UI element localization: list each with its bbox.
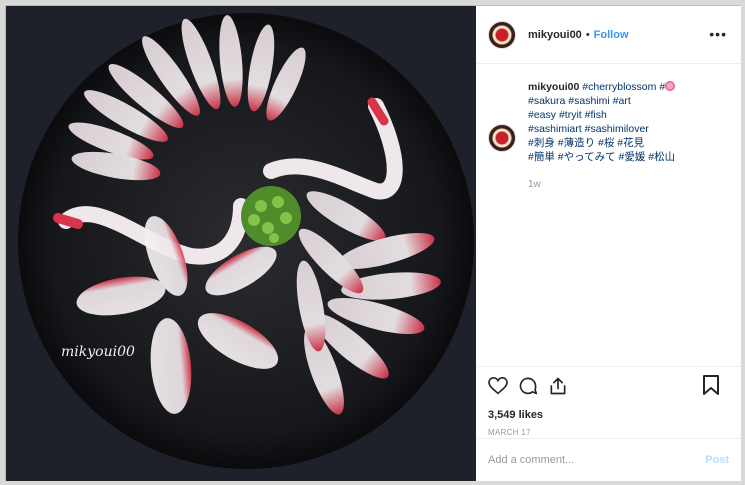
post-window: mikyoui00 mikyoui00 • Follow ••• mikyoui…: [5, 5, 741, 481]
comment-input[interactable]: [488, 454, 706, 466]
caption-line-6: #簡単 #やってみて #愛媛 #松山: [528, 150, 675, 164]
post-actions: 3,549 likes MARCH 17: [476, 366, 741, 437]
caption-line-5: #刺身 #薄造り #桜 #花見: [528, 136, 675, 150]
share-icon[interactable]: [548, 376, 568, 396]
post-photo[interactable]: mikyoui00: [6, 6, 476, 481]
avatar[interactable]: [488, 20, 516, 49]
hashtag[interactable]: #簡単: [528, 151, 555, 163]
hashtag[interactable]: #sashimilover: [585, 123, 649, 135]
caption-block: mikyoui00 #cherryblossom # #sakura #sash…: [488, 80, 733, 192]
likes-count[interactable]: 3,549 likes: [488, 409, 729, 421]
hashtag[interactable]: #sashimi: [568, 95, 609, 107]
follow-button[interactable]: Follow: [594, 29, 629, 41]
post-comment-button[interactable]: Post: [705, 454, 729, 466]
hashtag[interactable]: #花見: [617, 137, 644, 149]
caption-line-1: mikyoui00 #cherryblossom #: [528, 80, 676, 94]
post-sidebar: mikyoui00 • Follow ••• mikyoui00 #cherry…: [476, 6, 741, 481]
separator-dot: •: [585, 28, 590, 41]
hashtag[interactable]: #薄造り: [558, 137, 595, 149]
photo-watermark: mikyoui00: [61, 344, 135, 360]
hashtag[interactable]: #easy: [528, 109, 556, 121]
comment-icon[interactable]: [518, 376, 538, 396]
caption-username[interactable]: mikyoui00: [528, 81, 579, 93]
caption-line-2: #sakura #sashimi #art: [528, 94, 675, 108]
comment-bar: Post: [476, 438, 741, 481]
hashtag[interactable]: #やってみて: [558, 151, 616, 163]
caption-avatar[interactable]: [488, 124, 516, 152]
hashtag[interactable]: #桜: [598, 137, 614, 149]
caption-line-3: #easy #tryit #fish: [528, 108, 675, 122]
hashtag[interactable]: #sashimiart: [528, 123, 582, 135]
hashtag[interactable]: #art: [613, 95, 631, 107]
more-options-icon[interactable]: •••: [709, 26, 727, 42]
hashtag[interactable]: #cherryblossom: [582, 81, 656, 93]
caption-text: mikyoui00 #cherryblossom # #sakura #sash…: [528, 80, 676, 192]
hashtag[interactable]: #松山: [648, 151, 675, 163]
green-onion-garnish: [241, 186, 301, 246]
caption-line-4: #sashimiart #sashimilover: [528, 122, 675, 136]
bookmark-icon[interactable]: [703, 375, 719, 395]
caption-timestamp[interactable]: 1w: [528, 178, 675, 192]
hashtag[interactable]: #fish: [585, 109, 607, 121]
hashtag[interactable]: #刺身: [528, 137, 555, 149]
hashtag[interactable]: #sakura: [528, 95, 565, 107]
post-header: mikyoui00 • Follow •••: [476, 6, 741, 64]
header-username[interactable]: mikyoui00: [528, 29, 582, 41]
post-date[interactable]: MARCH 17: [488, 428, 729, 437]
hashtag[interactable]: #愛媛: [619, 151, 646, 163]
sashimi-plate-illustration: [6, 6, 476, 481]
hashtag[interactable]: #tryit: [559, 109, 582, 121]
cherry-blossom-emoji-icon: [665, 81, 676, 91]
action-icons: [488, 375, 729, 397]
heart-icon[interactable]: [488, 377, 508, 395]
